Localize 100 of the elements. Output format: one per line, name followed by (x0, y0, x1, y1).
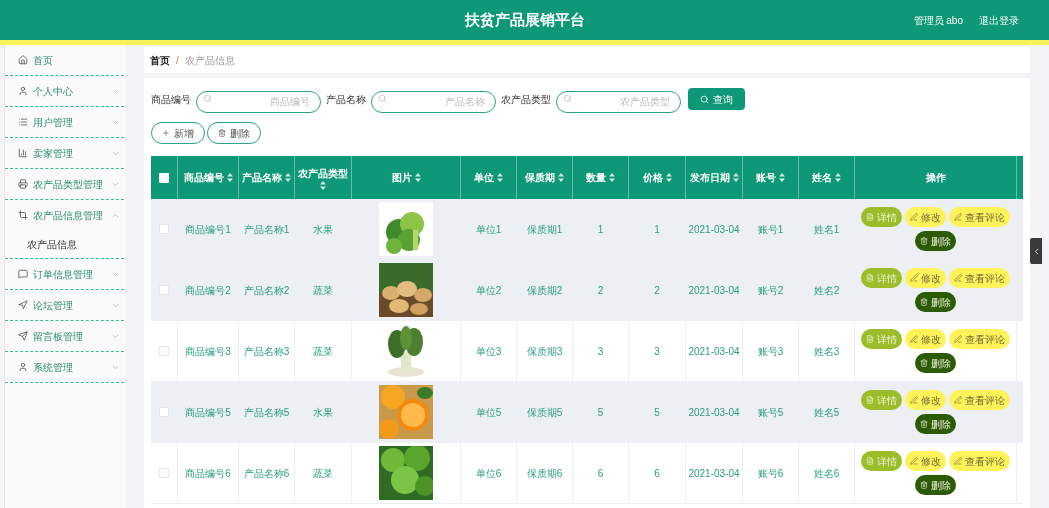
row-checkbox[interactable] (159, 285, 169, 295)
trash-icon (920, 359, 928, 367)
document-icon (866, 274, 874, 282)
table-cell-text: 2021-03-04 (688, 466, 740, 481)
sidebar-item[interactable]: 农产品类型管理 (5, 169, 124, 199)
comments-button[interactable]: 查看评论 (949, 207, 1010, 227)
column-header: 账号 (756, 171, 776, 185)
row-checkbox[interactable] (159, 346, 169, 356)
pen-icon (910, 396, 918, 404)
comments-button[interactable]: 查看评论 (949, 451, 1010, 471)
search-icon (378, 94, 387, 103)
search-button[interactable]: 查询 (688, 88, 745, 110)
edit-button[interactable]: 修改 (905, 268, 946, 288)
comments-button[interactable]: 查看评论 (949, 329, 1010, 349)
row-checkbox[interactable] (159, 468, 169, 478)
table-cell-text: 账号2 (757, 283, 784, 298)
sidebar-item[interactable]: 留言板管理 (5, 321, 124, 351)
sort-icon[interactable] (414, 173, 421, 182)
table-cell-text: 账号1 (757, 222, 784, 237)
sidebar-item[interactable]: 用户管理 (5, 107, 124, 137)
trash-icon (920, 420, 928, 428)
plus-icon (162, 129, 170, 137)
table-cell-text: 商品编号1 (185, 222, 231, 237)
edit-button[interactable]: 修改 (905, 451, 946, 471)
table-cell-text: 产品名称3 (243, 344, 290, 359)
pen-icon (910, 274, 918, 282)
table-cell-text: 5 (597, 405, 604, 420)
menu-icon (18, 210, 28, 220)
delete-button[interactable]: 删除 (915, 292, 956, 312)
table-cell-text: 2021-03-04 (688, 344, 740, 359)
table-cell-text: 姓名1 (813, 222, 840, 237)
table-cell-text: 单位1 (475, 222, 502, 237)
row-checkbox[interactable] (159, 224, 169, 234)
sidebar-item[interactable]: 首页 (5, 45, 124, 75)
table-cell-text: 保质期2 (526, 283, 563, 298)
table-cell-text: 蔬菜 (313, 466, 333, 481)
menu-icon (18, 148, 28, 158)
submenu-item[interactable]: 农产品信息 (5, 230, 124, 258)
table-cell-text: 保质期6 (526, 466, 563, 481)
comments-button[interactable]: 查看评论 (949, 268, 1010, 288)
search-icon (700, 94, 709, 104)
field-label: 农产品类型 (501, 92, 551, 107)
sidebar-item[interactable]: 个人中心 (5, 76, 124, 106)
pen-icon (954, 274, 962, 282)
table-cell-text: 单位2 (475, 283, 502, 298)
sort-icon[interactable] (665, 173, 672, 182)
logout-link[interactable]: 退出登录 (979, 12, 1019, 28)
sort-icon[interactable] (558, 173, 564, 182)
table-row[interactable]: 商品编号6 产品名称6 蔬菜 单位6 保质期6 6 6 2021-03-04 账号6 姓名6 详情 修改 查看评论 删除 (151, 443, 1023, 504)
table-cell-text: 保质期1 (526, 222, 563, 237)
sort-icon[interactable] (835, 173, 841, 182)
delete-button[interactable]: 删除 (915, 353, 956, 373)
table-cell-text: 商品编号5 (185, 405, 231, 420)
comments-button[interactable]: 查看评论 (949, 390, 1010, 410)
edit-button[interactable]: 修改 (905, 390, 946, 410)
table-cell-text: 账号3 (757, 344, 784, 359)
select-all-checkbox[interactable] (159, 172, 169, 183)
delete-button[interactable]: 删除 (915, 475, 956, 495)
table-cell-text: 账号6 (757, 466, 784, 481)
sidebar-item[interactable]: 农产品信息管理 (5, 200, 124, 230)
table-cell-text: 姓名6 (813, 466, 840, 481)
breadcrumb-separator: / (176, 53, 179, 68)
column-header: 数量 (586, 171, 606, 185)
sort-icon[interactable] (609, 173, 615, 182)
table-cell-text: 保质期3 (526, 344, 563, 359)
document-icon (866, 335, 874, 343)
sidebar-item[interactable]: 卖家管理 (5, 138, 124, 168)
sort-icon[interactable] (285, 173, 291, 182)
delete-button[interactable]: 删除 (915, 231, 956, 251)
sort-icon[interactable] (732, 173, 739, 182)
table-cell-text: 产品名称2 (243, 283, 290, 298)
sidebar-item[interactable]: 论坛管理 (5, 290, 124, 320)
collapse-handle[interactable] (1030, 238, 1042, 264)
sort-icon[interactable] (226, 173, 233, 182)
sidebar-item[interactable]: 系统管理 (5, 352, 124, 382)
table-row[interactable]: 商品编号3 产品名称3 蔬菜 单位3 保质期3 3 3 2021-03-04 账号3 姓名3 详情 修改 查看评论 删除 (151, 321, 1023, 382)
sort-icon[interactable] (497, 173, 503, 182)
column-header: 价格 (642, 171, 663, 185)
sidebar-item[interactable]: 订单信息管理 (5, 259, 124, 289)
breadcrumb-link[interactable]: 首页 (150, 52, 170, 68)
table-cell-text: 1 (654, 222, 660, 237)
column-header: 操作 (925, 171, 946, 185)
sort-icon[interactable] (320, 180, 326, 190)
search-icon (203, 94, 212, 103)
document-icon (866, 457, 874, 465)
delete-button[interactable]: 删除 (915, 414, 956, 434)
sort-icon[interactable] (779, 173, 785, 182)
table-row[interactable]: 商品编号1 产品名称1 水果 单位1 保质期1 1 1 2021-03-04 账号1 姓名1 详情 修改 查看评论 删除 (151, 199, 1023, 260)
breadcrumb-link[interactable]: 农产品信息 (184, 52, 235, 68)
row-checkbox[interactable] (159, 407, 169, 417)
table-cell-text: 2021-03-04 (688, 222, 740, 237)
edit-button[interactable]: 修改 (905, 207, 946, 227)
field-label: 产品名称 (326, 92, 366, 107)
table-cell-text: 2 (654, 283, 660, 298)
menu-icon (18, 331, 28, 341)
table-row[interactable]: 商品编号5 产品名称5 水果 单位5 保质期5 5 5 2021-03-04 账号5 姓名5 详情 修改 查看评论 删除 (151, 382, 1023, 443)
table-cell-text: 产品名称6 (243, 466, 290, 481)
table-row[interactable]: 商品编号2 产品名称2 蔬菜 单位2 保质期2 2 2 2021-03-04 账号2 姓名2 详情 修改 查看评论 删除 (151, 260, 1023, 321)
edit-button[interactable]: 修改 (905, 329, 946, 349)
trash-icon (920, 481, 928, 489)
